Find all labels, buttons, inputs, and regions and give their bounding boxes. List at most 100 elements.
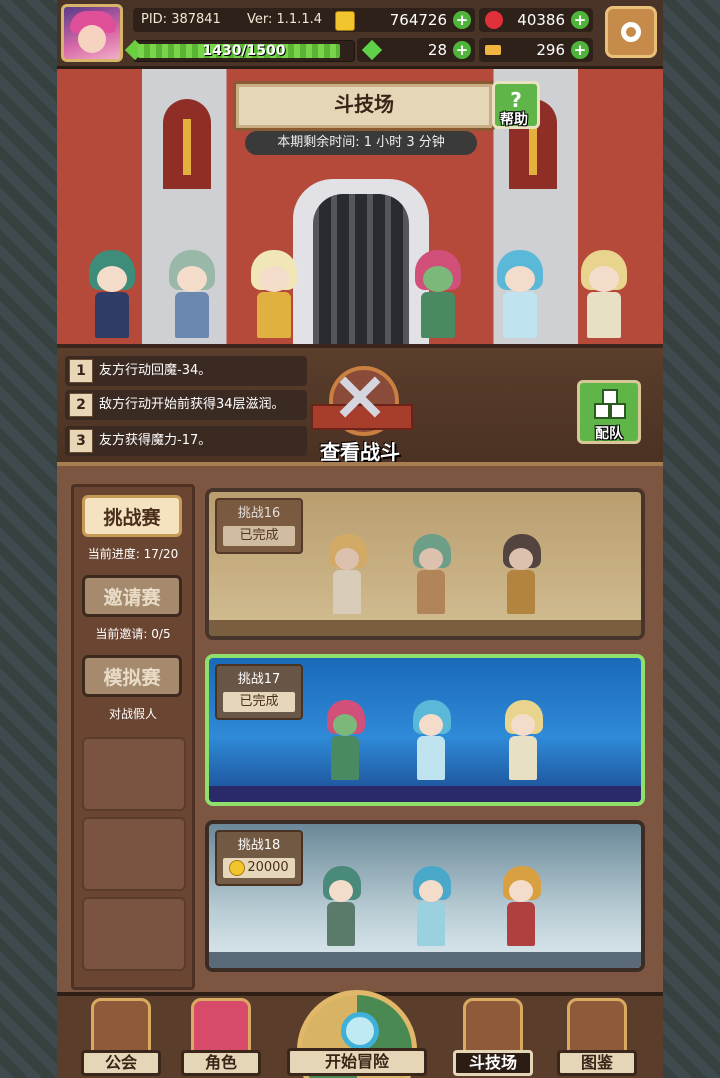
reward-amount: 20000 bbox=[247, 860, 289, 875]
enemy-sprite bbox=[319, 700, 371, 784]
enemy-sprite bbox=[405, 866, 457, 950]
challenge-status: 已完成 bbox=[223, 692, 295, 712]
challenge-status: 已完成 bbox=[223, 526, 295, 546]
gold-amount: 764726 bbox=[389, 11, 447, 29]
key-amount: 296 bbox=[536, 41, 565, 59]
buff-text: 友方行动回魔-34。 bbox=[99, 363, 212, 378]
key-icon bbox=[485, 45, 501, 55]
battle-info: 1 友方行动回魔-34。 2 敌方行动开始前获得34层滋润。 3 友方获得魔力-… bbox=[57, 344, 663, 466]
simulation-desc: 对战假人 bbox=[108, 707, 157, 721]
enemy-sprite bbox=[497, 700, 549, 784]
battle-ribbon bbox=[311, 404, 413, 430]
gate-bars bbox=[313, 194, 409, 344]
enemy-sprite bbox=[405, 700, 457, 784]
add-gem-plus-icon[interactable]: + bbox=[571, 11, 589, 29]
player-avatar[interactable] bbox=[61, 4, 123, 62]
key-counter: 296 + bbox=[479, 38, 593, 62]
avatar-face bbox=[78, 25, 106, 53]
tab-invitational[interactable]: 邀请赛 bbox=[82, 575, 182, 617]
nav-character-label: 角色 bbox=[181, 1050, 261, 1076]
arena-scene: 斗技场 ? 帮助 本期剩余时间: 1 小时 3 分钟 bbox=[57, 69, 663, 344]
team-label: 配队 bbox=[595, 426, 623, 442]
challenge-card-17[interactable]: 挑战17 已完成 bbox=[205, 654, 645, 806]
challenge-panel: 挑战赛 当前进度: 17/20 邀请赛 当前邀请: 0/5 模拟赛 对战假人 挑… bbox=[57, 462, 663, 996]
challenge-title: 挑战17 bbox=[237, 672, 281, 687]
card-floor bbox=[209, 952, 641, 968]
team-setup-button[interactable]: 配队 bbox=[577, 380, 641, 444]
player-info: PID: 387841 Ver: 1.1.1.4 bbox=[133, 8, 333, 32]
enemy-sprite bbox=[495, 866, 547, 950]
enemy-sprite bbox=[405, 534, 457, 618]
arena-title: 斗技场 bbox=[233, 81, 495, 131]
settings-button[interactable] bbox=[605, 6, 657, 58]
nav-codex-label: 图鉴 bbox=[557, 1050, 637, 1076]
gear-icon bbox=[621, 22, 641, 42]
team-icon bbox=[610, 403, 626, 419]
nav-character[interactable]: 角色 bbox=[181, 998, 261, 1078]
player-id: PID: 387841 bbox=[141, 12, 221, 27]
buff-row: 1 友方行动回魔-34。 bbox=[65, 356, 307, 386]
clover-amount: 28 bbox=[427, 41, 447, 59]
challenge-reward: 20000 bbox=[223, 858, 295, 878]
team-icon bbox=[594, 403, 610, 419]
view-battle-label: 查看战斗 bbox=[320, 440, 400, 464]
add-clover-plus-icon[interactable]: + bbox=[453, 41, 471, 59]
challenge-card-18[interactable]: 挑战18 20000 bbox=[205, 820, 645, 972]
buff-text: 友方获得魔力-17。 bbox=[99, 433, 212, 448]
buff-row: 2 敌方行动开始前获得34层滋润。 bbox=[65, 390, 307, 420]
crossed-swords-icon bbox=[463, 998, 523, 1058]
add-gold-plus-icon[interactable]: + bbox=[453, 11, 471, 29]
challenge-title: 挑战16 bbox=[237, 506, 281, 521]
gold-coin-icon bbox=[229, 859, 246, 876]
nav-guild[interactable]: 公会 bbox=[81, 998, 161, 1078]
hero-ice-maiden bbox=[489, 250, 551, 338]
hero-princess bbox=[243, 250, 305, 338]
hero-angel bbox=[573, 250, 635, 338]
start-adventure-label: 开始冒险 bbox=[287, 1048, 427, 1076]
add-key-plus-icon[interactable]: + bbox=[571, 41, 589, 59]
nav-guild-label: 公会 bbox=[81, 1050, 161, 1076]
challenge-tag: 挑战16 已完成 bbox=[215, 498, 303, 554]
clover-counter: 28 + bbox=[357, 38, 475, 62]
gold-coin-icon bbox=[335, 11, 355, 31]
challenge-card-16[interactable]: 挑战16 已完成 bbox=[205, 488, 645, 640]
empty-slot bbox=[82, 817, 186, 891]
enemy-sprite bbox=[315, 866, 367, 950]
empty-slot bbox=[82, 897, 186, 971]
clover-icon bbox=[361, 39, 383, 61]
view-battle-button[interactable]: 查看战斗 bbox=[305, 366, 415, 464]
nav-arena[interactable]: 斗技场 bbox=[453, 998, 533, 1078]
buff-number: 1 bbox=[69, 359, 93, 383]
buff-number: 3 bbox=[69, 429, 93, 453]
help-label: 帮助 bbox=[500, 112, 528, 128]
invite-progress: 当前邀请: 0/5 bbox=[95, 627, 171, 641]
shop-icon bbox=[91, 998, 151, 1058]
character-icon bbox=[191, 998, 251, 1058]
magnifier-icon bbox=[341, 1012, 379, 1050]
hero-bunny-girl bbox=[81, 250, 143, 338]
tab-challenge[interactable]: 挑战赛 bbox=[82, 495, 182, 537]
game-version: Ver: 1.1.1.4 bbox=[247, 12, 322, 27]
start-adventure-button[interactable]: 开始冒险 bbox=[287, 990, 427, 1078]
hero-knight bbox=[161, 250, 223, 338]
empty-slot bbox=[82, 737, 186, 811]
enemy-sprite bbox=[321, 534, 373, 618]
card-floor bbox=[209, 786, 641, 802]
challenge-progress: 当前进度: 17/20 bbox=[87, 547, 179, 561]
book-icon bbox=[567, 998, 627, 1058]
gem-icon bbox=[485, 11, 503, 29]
buff-row: 3 友方获得魔力-17。 bbox=[65, 426, 307, 456]
challenge-tag: 挑战18 20000 bbox=[215, 830, 303, 886]
challenge-list: 挑战16 已完成 挑战17 已完成 挑战18 20000 bbox=[205, 486, 645, 986]
wall-sword-left bbox=[183, 119, 191, 175]
card-floor bbox=[209, 620, 641, 636]
bottom-nav: 公会 角色 开始冒险 斗技场 图鉴 bbox=[57, 990, 663, 1078]
season-timer: 本期剩余时间: 1 小时 3 分钟 bbox=[245, 131, 477, 155]
hero-swordswoman bbox=[407, 250, 469, 338]
gem-amount: 40386 bbox=[517, 11, 565, 29]
top-bar: PID: 387841 Ver: 1.1.1.4 1430/1500 76472… bbox=[57, 0, 663, 69]
nav-codex[interactable]: 图鉴 bbox=[557, 998, 637, 1078]
tab-simulation[interactable]: 模拟赛 bbox=[82, 655, 182, 697]
enemy-sprite bbox=[495, 534, 547, 618]
nav-arena-label: 斗技场 bbox=[453, 1050, 533, 1076]
